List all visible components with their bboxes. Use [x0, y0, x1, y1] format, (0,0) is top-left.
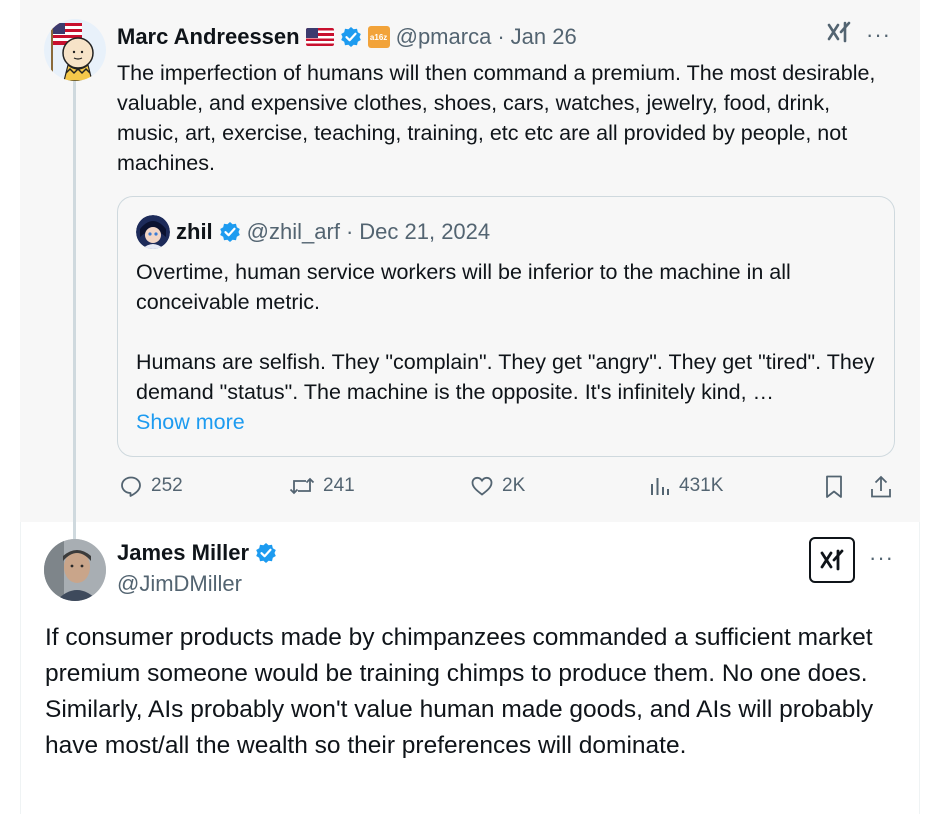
separator: · — [345, 219, 354, 244]
view-count: 431K — [679, 475, 724, 496]
heart-icon — [471, 476, 493, 496]
quoted-author-handle[interactable]: @zhil_arf — [247, 219, 340, 245]
separator: · — [497, 24, 505, 49]
grok-button[interactable] — [809, 537, 855, 583]
author-name[interactable]: Marc Andreessen — [117, 24, 300, 50]
share-button[interactable] — [869, 474, 893, 500]
avatar[interactable] — [44, 19, 106, 81]
repost-icon — [289, 477, 315, 495]
affiliate-badge-icon[interactable]: a16z — [367, 26, 390, 48]
divider — [20, 522, 21, 814]
tweet-top-actions: ··· — [826, 20, 891, 49]
views-button[interactable]: 431K — [649, 474, 723, 498]
reply-icon — [121, 476, 141, 497]
tweet-text: The imperfection of humans will then com… — [117, 61, 876, 175]
bookmark-button[interactable] — [823, 474, 845, 500]
verified-badge-icon[interactable] — [219, 221, 241, 243]
avatar-image — [44, 19, 106, 81]
views-chart-icon — [651, 478, 669, 495]
share-icon — [871, 475, 891, 498]
quoted-paragraph: Humans are selfish. They "complain". The… — [136, 350, 875, 404]
reply-count: 252 — [151, 475, 183, 496]
repost-count: 241 — [323, 475, 355, 496]
more-options-icon[interactable]: ··· — [869, 545, 894, 571]
divider — [919, 522, 920, 814]
tweet-action-bar: 252 241 2K 431K — [117, 474, 897, 504]
avatar-image — [44, 539, 106, 601]
quoted-tweet-header: zhil @zhil_arf · Dec 21, 2024 — [136, 215, 490, 249]
avatar[interactable] — [44, 539, 106, 601]
quoted-tweet[interactable]: zhil @zhil_arf · Dec 21, 2024 Overtime, … — [117, 196, 895, 457]
show-more-link[interactable]: Show more — [136, 407, 886, 437]
quoted-tweet-date[interactable]: Dec 21, 2024 — [359, 219, 490, 245]
tweet-header: Marc Andreessen a16z @pmarca · Jan 26 — [117, 22, 577, 52]
bookmark-icon — [826, 475, 842, 498]
reply-top-actions: ··· — [869, 545, 894, 571]
author-name[interactable]: James Miller — [117, 540, 249, 566]
author-handle[interactable]: @pmarca — [396, 24, 492, 50]
like-count: 2K — [502, 475, 526, 496]
quoted-tweet-text: Overtime, human service workers will be … — [136, 257, 886, 437]
conversation-thread: Marc Andreessen a16z @pmarca · Jan 26 ··… — [0, 0, 934, 814]
verified-badge-icon[interactable] — [255, 542, 277, 564]
reply-header: James Miller — [117, 540, 277, 566]
reply-text: If consumer products made by chimpanzees… — [45, 624, 874, 759]
reply-button[interactable]: 252 — [119, 474, 183, 498]
grok-icon[interactable] — [826, 20, 852, 49]
more-options-icon[interactable]: ··· — [866, 22, 891, 48]
quoted-author-name[interactable]: zhil — [176, 219, 213, 245]
us-flag-icon — [305, 28, 334, 46]
repost-button[interactable]: 241 — [289, 474, 355, 498]
author-handle[interactable]: @JimDMiller — [117, 571, 242, 597]
quoted-paragraph: Overtime, human service workers will be … — [136, 260, 791, 314]
verified-badge-icon[interactable] — [340, 26, 362, 48]
tweet-date[interactable]: Jan 26 — [511, 24, 577, 50]
thread-connector-line — [73, 80, 76, 540]
like-button[interactable]: 2K — [470, 474, 525, 498]
quoted-avatar — [136, 215, 170, 249]
grok-icon — [820, 549, 844, 571]
